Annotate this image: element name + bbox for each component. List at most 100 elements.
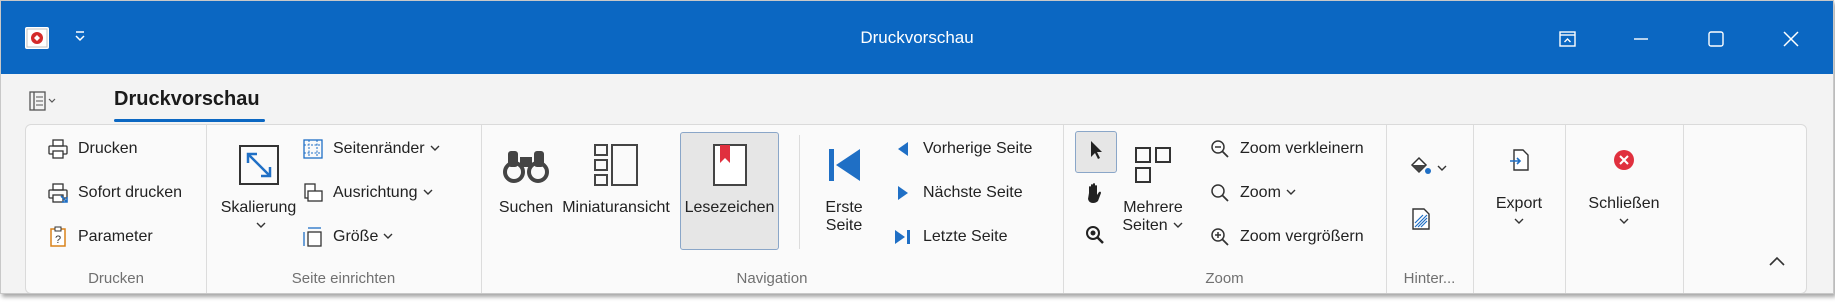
previous-page-label: Vorherige Seite	[923, 140, 1033, 157]
size-button[interactable]: Größe	[301, 224, 394, 250]
last-page-icon	[891, 225, 915, 249]
binoculars-icon	[502, 141, 550, 189]
navigation-separator	[799, 135, 800, 249]
quick-print-label: Sofort drucken	[78, 184, 183, 201]
pointer-icon	[1086, 139, 1106, 166]
first-page-button[interactable]: Erste Seite	[814, 141, 874, 235]
hand-icon	[1083, 181, 1107, 210]
chevron-down-icon	[1172, 217, 1184, 235]
close-icon[interactable]	[1771, 21, 1811, 57]
active-tab-indicator	[114, 119, 265, 122]
chevron-down-icon	[1618, 213, 1630, 231]
restore-ribbon-icon[interactable]	[1547, 21, 1587, 57]
bookmarks-button[interactable]: Lesezeichen	[680, 132, 779, 250]
margins-button[interactable]: Seitenränder	[301, 136, 441, 162]
close-preview-label: Schließen	[1588, 195, 1660, 212]
hand-tool-button[interactable]	[1080, 180, 1110, 210]
zoom-in-icon	[1208, 225, 1232, 249]
collapse-ribbon-icon[interactable]	[1767, 255, 1787, 274]
svg-text:?: ?	[55, 234, 61, 246]
pointer-tool-button[interactable]	[1075, 131, 1117, 173]
zoom-button[interactable]: Zoom	[1208, 180, 1297, 206]
export-button[interactable]: Export	[1473, 145, 1565, 231]
chevron-down-icon	[382, 228, 394, 246]
multiple-pages-label-2: Seiten	[1122, 217, 1168, 234]
ribbon-tab-bar: Druckvorschau	[1, 74, 1833, 124]
chevron-down-icon	[1436, 160, 1448, 178]
group-close: Schließen	[1565, 125, 1684, 293]
group-drucken: Drucken Sofort drucken ? Parameter Druck…	[26, 125, 207, 293]
multiple-pages-label-1: Mehrere	[1123, 199, 1183, 216]
thumbnails-label: Miniaturansicht	[562, 199, 670, 216]
multiple-pages-button[interactable]: Mehrere Seiten	[1118, 141, 1188, 235]
zoom-out-button[interactable]: Zoom verkleinern	[1208, 136, 1364, 162]
first-page-label-2: Seite	[825, 217, 863, 234]
previous-page-icon	[891, 137, 915, 161]
page-color-icon	[1408, 155, 1432, 182]
magnifier-tool-button[interactable]	[1080, 222, 1110, 252]
next-page-button[interactable]: Nächste Seite	[891, 180, 1023, 206]
group-label-seite-einrichten: Seite einrichten	[291, 270, 396, 287]
group-seite-einrichten: Skalierung Seitenränder Ausrichtung Größ…	[206, 125, 482, 293]
scale-button[interactable]: Skalierung	[221, 141, 296, 235]
zoom-icon	[1208, 181, 1232, 205]
orientation-button[interactable]: Ausrichtung	[301, 180, 434, 206]
scale-label: Skalierung	[220, 199, 297, 216]
group-label-drucken: Drucken	[88, 270, 144, 287]
last-page-button[interactable]: Letzte Seite	[891, 224, 1008, 250]
chevron-down-icon	[1285, 184, 1297, 202]
size-label: Größe	[333, 228, 379, 245]
orientation-icon	[301, 181, 325, 205]
close-preview-icon	[1600, 145, 1648, 175]
watermark-button[interactable]	[1410, 207, 1432, 236]
magnifier-icon	[1084, 224, 1106, 251]
margins-label: Seitenränder	[333, 140, 425, 157]
search-button[interactable]: Suchen	[496, 141, 556, 217]
printer-icon	[46, 137, 70, 161]
scale-icon	[235, 141, 283, 189]
group-label-zoom: Zoom	[1205, 270, 1244, 287]
orientation-label: Ausrichtung	[333, 184, 418, 201]
close-preview-button[interactable]: Schließen	[1565, 145, 1683, 231]
parameter-label: Parameter	[78, 228, 153, 245]
tab-druckvorschau[interactable]: Druckvorschau	[114, 88, 260, 111]
zoom-label: Zoom	[1240, 184, 1281, 201]
group-label-navigation: Navigation	[736, 270, 808, 287]
bookmark-icon	[706, 141, 754, 189]
parameter-button[interactable]: ? Parameter	[46, 224, 153, 250]
backstage-menu-icon[interactable]	[27, 90, 59, 117]
print-preview-window: Druckvorschau Druckvorschau Drucken Sofo…	[0, 0, 1834, 294]
size-icon	[301, 225, 325, 249]
quick-print-button[interactable]: Sofort drucken	[46, 180, 182, 206]
quick-print-icon	[46, 181, 70, 205]
chevron-down-icon	[422, 184, 434, 202]
multiple-pages-icon	[1129, 141, 1177, 189]
print-label: Drucken	[78, 140, 138, 157]
group-zoom: Mehrere Seiten Zoom verkleinern Zoom Zoo…	[1063, 125, 1387, 293]
page-color-button[interactable]	[1408, 155, 1448, 182]
group-label-hintergrund: Hinter...	[1403, 270, 1456, 287]
margins-icon	[301, 137, 325, 161]
zoom-in-label: Zoom vergrößern	[1240, 228, 1364, 245]
thumbnails-button[interactable]: Miniaturansicht	[561, 141, 671, 217]
next-page-icon	[891, 181, 915, 205]
print-button[interactable]: Drucken	[46, 136, 138, 162]
export-label: Export	[1495, 195, 1543, 212]
chevron-down-icon	[255, 217, 267, 235]
zoom-in-button[interactable]: Zoom vergrößern	[1208, 224, 1364, 250]
minimize-button[interactable]	[1621, 21, 1661, 57]
zoom-out-icon	[1208, 137, 1232, 161]
previous-page-button[interactable]: Vorherige Seite	[891, 136, 1032, 162]
bookmarks-label: Lesezeichen	[684, 199, 775, 216]
title-bar: Druckvorschau	[1, 1, 1833, 74]
group-navigation: Suchen Miniaturansicht Lesezeichen Erste	[481, 125, 1064, 293]
first-page-icon	[820, 141, 868, 189]
export-icon	[1495, 145, 1543, 175]
group-hintergrund: Hinter...	[1386, 125, 1474, 293]
search-label: Suchen	[498, 199, 554, 216]
last-page-label: Letzte Seite	[923, 228, 1008, 245]
chevron-down-icon	[1513, 213, 1525, 231]
parameter-icon: ?	[46, 225, 70, 249]
thumbnails-icon	[592, 141, 640, 189]
maximize-icon[interactable]	[1695, 21, 1735, 57]
